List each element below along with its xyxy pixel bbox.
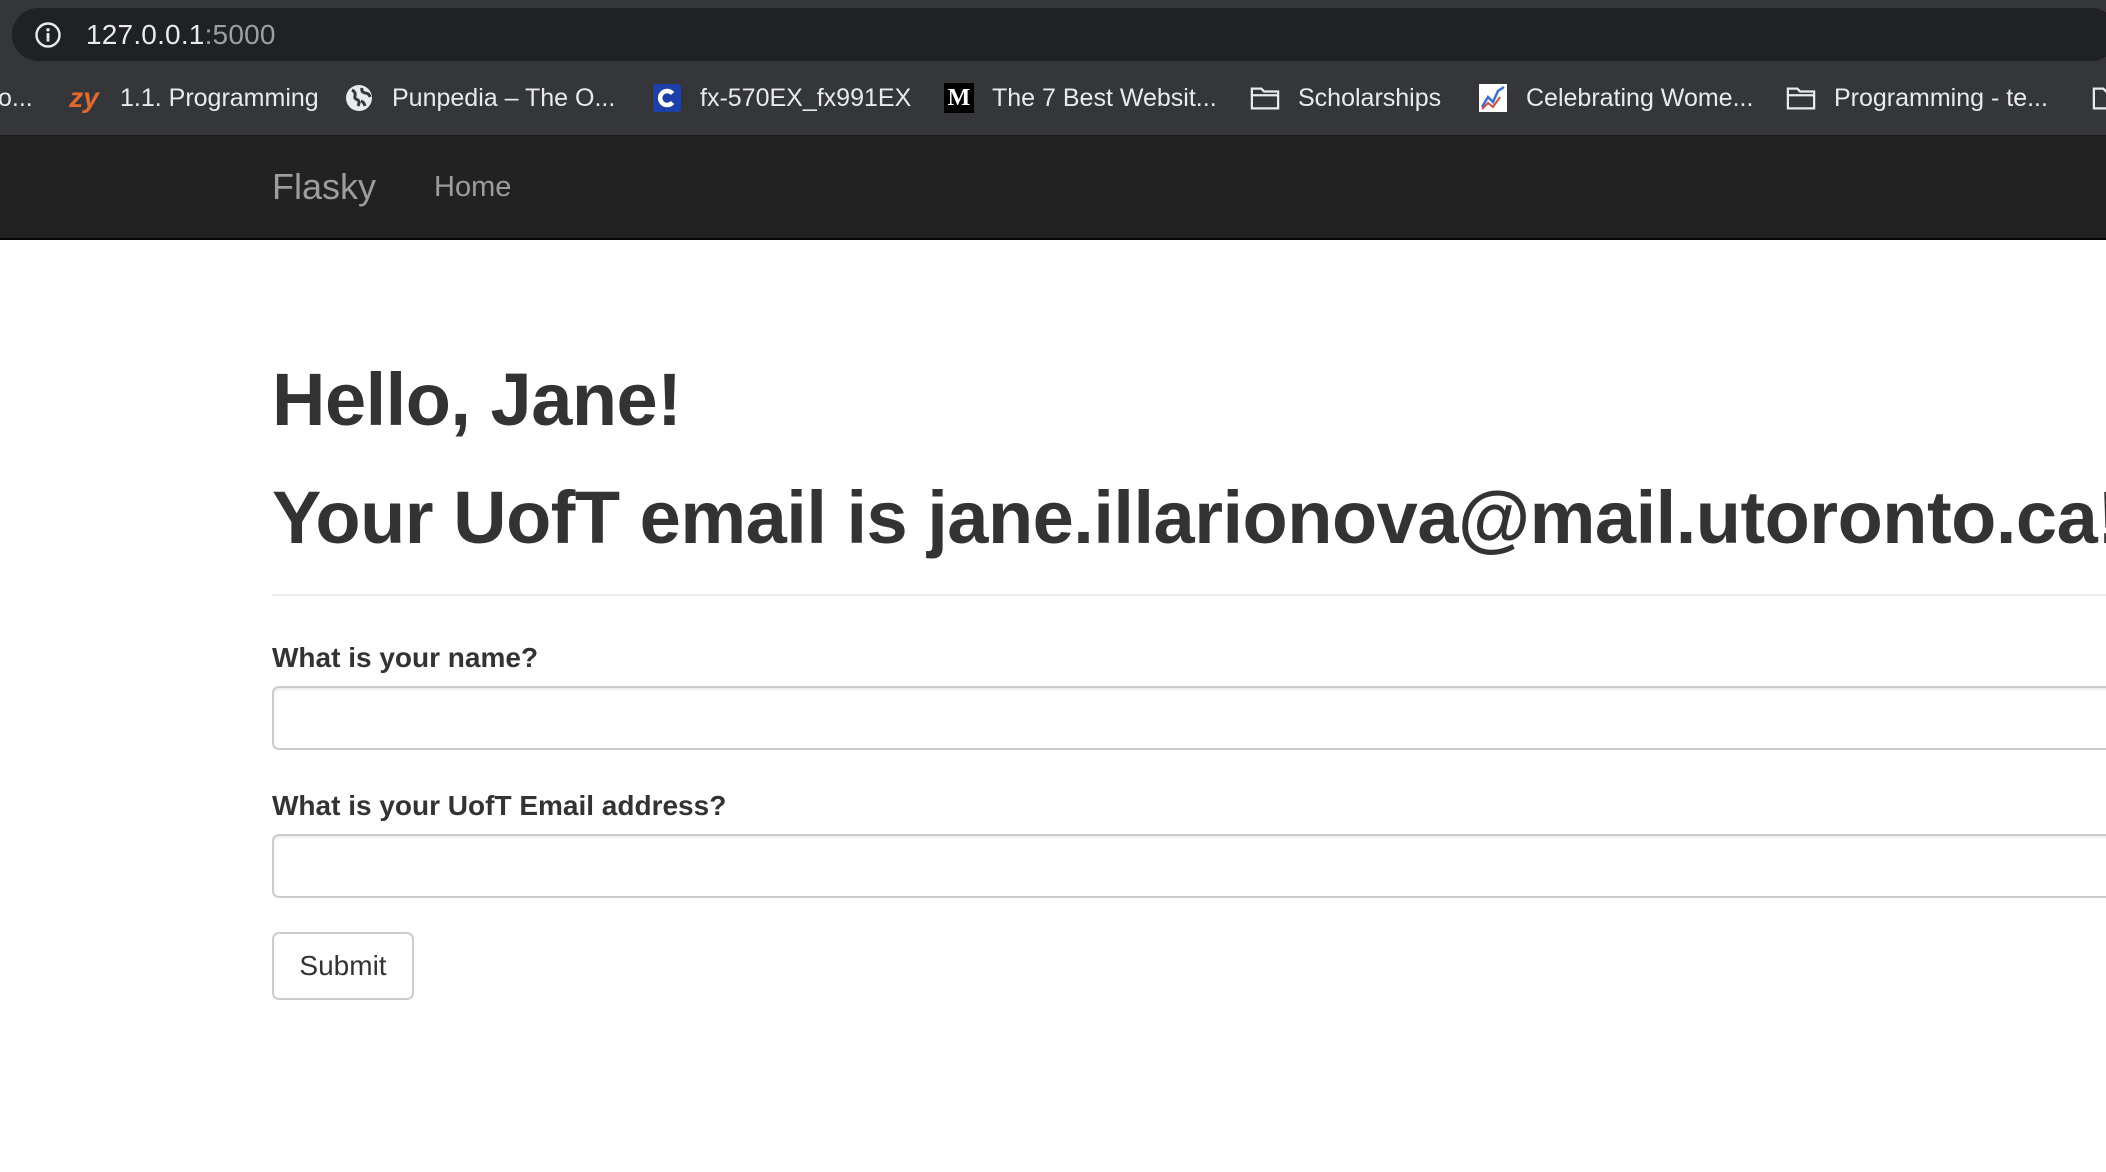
info-icon[interactable] bbox=[34, 21, 62, 49]
folder-icon bbox=[1786, 83, 1816, 113]
medium-m-icon: M bbox=[944, 83, 974, 113]
bookmark-label: Scholarships bbox=[1298, 83, 1442, 112]
bookmark-label: Punpedia – The O... bbox=[392, 83, 616, 112]
navbar: Flasky Home bbox=[0, 136, 2106, 240]
globe-icon bbox=[344, 83, 374, 113]
address-bar[interactable]: 127.0.0.1:5000 bbox=[12, 8, 2106, 61]
bookmark-label: The 7 Best Websit... bbox=[992, 83, 1217, 112]
email-label: What is your UofT Email address? bbox=[272, 790, 727, 821]
zybooks-icon: zy bbox=[69, 82, 99, 113]
bookmark-label: Programming - te... bbox=[1834, 83, 2048, 112]
url-text[interactable]: 127.0.0.1:5000 bbox=[86, 19, 276, 51]
chart-icon bbox=[1478, 83, 1508, 113]
url-port: :5000 bbox=[204, 18, 276, 50]
name-label: What is your name? bbox=[272, 642, 539, 673]
bookmark-item-casio[interactable]: fx-570EX_fx991EX bbox=[652, 61, 911, 135]
bookmark-item-punpedia[interactable]: Punpedia – The O... bbox=[344, 61, 615, 135]
email-input[interactable] bbox=[272, 834, 2106, 898]
bookmark-label: Celebrating Wome... bbox=[1526, 83, 1754, 112]
url-host: 127.0.0.1 bbox=[86, 18, 205, 50]
bookmark-item-overflow[interactable] bbox=[2092, 61, 2106, 135]
greeting-heading: Hello, Jane! bbox=[272, 358, 682, 441]
bookmark-label: o... bbox=[0, 83, 33, 112]
navbar-brand[interactable]: Flasky bbox=[272, 136, 376, 238]
folder-icon bbox=[2092, 83, 2106, 113]
casio-c-icon bbox=[652, 83, 682, 113]
page-header-divider bbox=[272, 594, 2106, 596]
nav-home-link[interactable]: Home bbox=[434, 136, 511, 238]
name-input[interactable] bbox=[272, 686, 2106, 750]
browser-toolbar: 127.0.0.1:5000 bbox=[0, 0, 2106, 61]
email-heading: Your UofT email is jane.illarionova@mail… bbox=[272, 476, 2106, 559]
bookmark-item-scholarships[interactable]: Scholarships bbox=[1250, 61, 1441, 135]
folder-icon bbox=[1250, 83, 1280, 113]
bookmark-item-celebrating[interactable]: Celebrating Wome... bbox=[1478, 61, 1753, 135]
bookmark-item-websites[interactable]: M The 7 Best Websit... bbox=[944, 61, 1217, 135]
bookmark-label: fx-570EX_fx991EX bbox=[700, 83, 912, 112]
bookmark-item[interactable]: o... bbox=[0, 61, 33, 135]
bookmark-label: 1.1. Programming bbox=[120, 83, 319, 112]
submit-button[interactable]: Submit bbox=[272, 932, 414, 1000]
bookmark-item-programming-folder[interactable]: Programming - te... bbox=[1786, 61, 2048, 135]
bookmarks-bar: o... zy 1.1. Programming Punpedia – The … bbox=[0, 61, 2106, 136]
bookmark-item-programming[interactable]: zy 1.1. Programming bbox=[66, 61, 319, 135]
